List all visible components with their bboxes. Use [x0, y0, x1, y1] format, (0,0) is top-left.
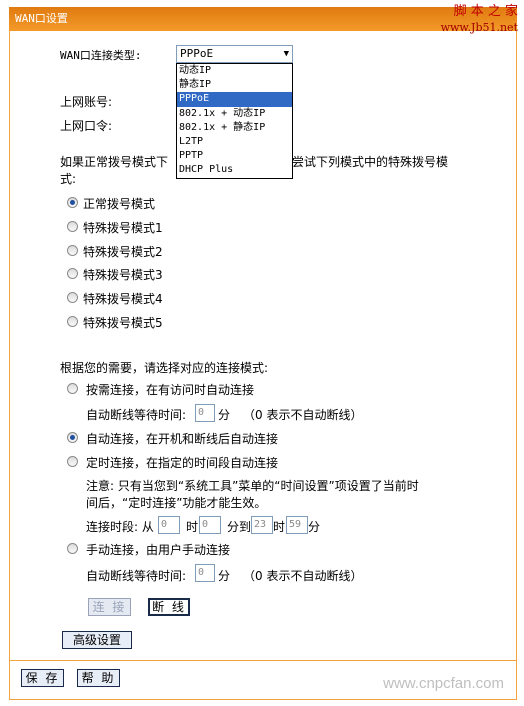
watermark-top-site: www.Jb51.net — [440, 21, 518, 34]
connection-type-dropdown[interactable]: 动态IP 静态IP PPPoE 802.1x + 动态IP 802.1x + 静态IP L… — [176, 63, 293, 179]
connection-type-label: WAN口连接类型: — [60, 49, 142, 62]
from-hour-input[interactable]: 0 — [158, 516, 180, 534]
save-button[interactable]: 保 存 — [21, 669, 64, 687]
disconnect-button[interactable]: 断 线 — [148, 598, 190, 616]
dial-mode-label: 特殊拨号模式1 — [83, 221, 163, 235]
hour-unit-1: 时 — [186, 520, 199, 534]
on-demand-label: 按需连接，在有访问时自动连接 — [86, 383, 255, 397]
dropdown-option[interactable]: 802.1x + 动态IP — [177, 107, 292, 121]
idle-time-label-1: 自动断线等待时间: — [86, 408, 187, 422]
idle-time-input-2[interactable]: 0 — [195, 564, 215, 582]
dial-mode-hint-cont: 式: — [60, 172, 77, 186]
dial-mode-label: 特殊拨号模式4 — [83, 292, 163, 306]
watermark-top: 脚 本 之 家 www.Jb51.net — [441, 4, 518, 36]
watermark-top-name: 脚 本 之 家 — [453, 4, 518, 19]
timed-note-line2: 间后，“定时连接”功能才能生效。 — [86, 496, 267, 510]
chevron-down-icon[interactable]: ▼ — [284, 46, 289, 62]
watermark-bottom: www.cnpcfan.com — [383, 675, 504, 692]
connect-mode-intro: 根据您的需要，请选择对应的连接模式: — [60, 361, 269, 375]
dial-mode-label: 特殊拨号模式2 — [83, 245, 163, 259]
advanced-settings-button[interactable]: 高级设置 — [62, 631, 132, 649]
hour-unit-2: 时 — [273, 520, 286, 534]
to-label: 分到 — [227, 520, 252, 534]
timed-note-line1: 注意: 只有当您到“系统工具”菜单的“时间设置”项设置了当前时 — [86, 479, 419, 493]
dropdown-option[interactable]: 动态IP — [177, 64, 292, 78]
connection-type-select[interactable]: PPPoE ▼ — [176, 45, 293, 63]
radio-dial-mode-5[interactable] — [67, 316, 78, 327]
idle-note-1: （0 表示不自动断线） — [243, 408, 363, 422]
period-label: 连接时段: 从 — [86, 520, 154, 534]
radio-dial-mode-1[interactable] — [67, 221, 78, 232]
to-hour-input[interactable]: 23 — [251, 516, 273, 534]
to-minute-input[interactable]: 59 — [286, 516, 308, 534]
dropdown-option[interactable]: DHCP Plus — [177, 163, 292, 177]
dial-mode-label: 特殊拨号模式3 — [83, 268, 163, 282]
dropdown-option[interactable]: 静态IP — [177, 78, 292, 92]
radio-timed-connect[interactable] — [67, 456, 78, 467]
idle-time-input-1[interactable]: 0 — [195, 404, 215, 422]
radio-dial-mode-0[interactable] — [67, 197, 78, 208]
radio-manual-connect[interactable] — [67, 543, 78, 554]
idle-time-label-2: 自动断线等待时间: — [86, 569, 187, 583]
help-button[interactable]: 帮 助 — [77, 669, 120, 687]
idle-note-2: （0 表示不自动断线） — [243, 569, 363, 583]
minute-unit: 分 — [308, 520, 321, 534]
username-label: 上网账号: — [60, 95, 113, 109]
radio-auto-connect[interactable] — [67, 432, 78, 443]
dial-mode-label: 特殊拨号模式5 — [83, 316, 163, 330]
radio-dial-mode-3[interactable] — [67, 268, 78, 279]
idle-unit-2: 分 — [218, 569, 231, 583]
from-minute-input[interactable]: 0 — [199, 516, 221, 534]
password-label: 上网口令: — [60, 119, 113, 133]
radio-dial-mode-2[interactable] — [67, 245, 78, 256]
manual-connect-label: 手动连接，由用户手动连接 — [86, 543, 231, 557]
dropdown-option[interactable]: PPPoE — [177, 92, 292, 107]
idle-unit-1: 分 — [218, 408, 231, 422]
dropdown-option[interactable]: PPTP — [177, 149, 292, 163]
dropdown-option[interactable]: L2TP — [177, 135, 292, 149]
dropdown-option[interactable]: 802.1x + 静态IP — [177, 121, 292, 135]
radio-dial-mode-4[interactable] — [67, 292, 78, 303]
connection-type-selected: PPPoE — [180, 47, 214, 60]
timed-connect-label: 定时连接，在指定的时间段自动连接 — [86, 456, 279, 470]
dial-mode-hint-end: 尝试下列模式中的特殊拨号模 — [292, 155, 449, 169]
dial-mode-label: 正常拨号模式 — [83, 197, 156, 211]
radio-on-demand[interactable] — [67, 383, 78, 394]
auto-connect-label: 自动连接，在开机和断线后自动连接 — [86, 432, 279, 446]
connect-button[interactable]: 连 接 — [88, 598, 131, 616]
dial-mode-hint-start: 如果正常拨号模式下 — [60, 155, 169, 169]
